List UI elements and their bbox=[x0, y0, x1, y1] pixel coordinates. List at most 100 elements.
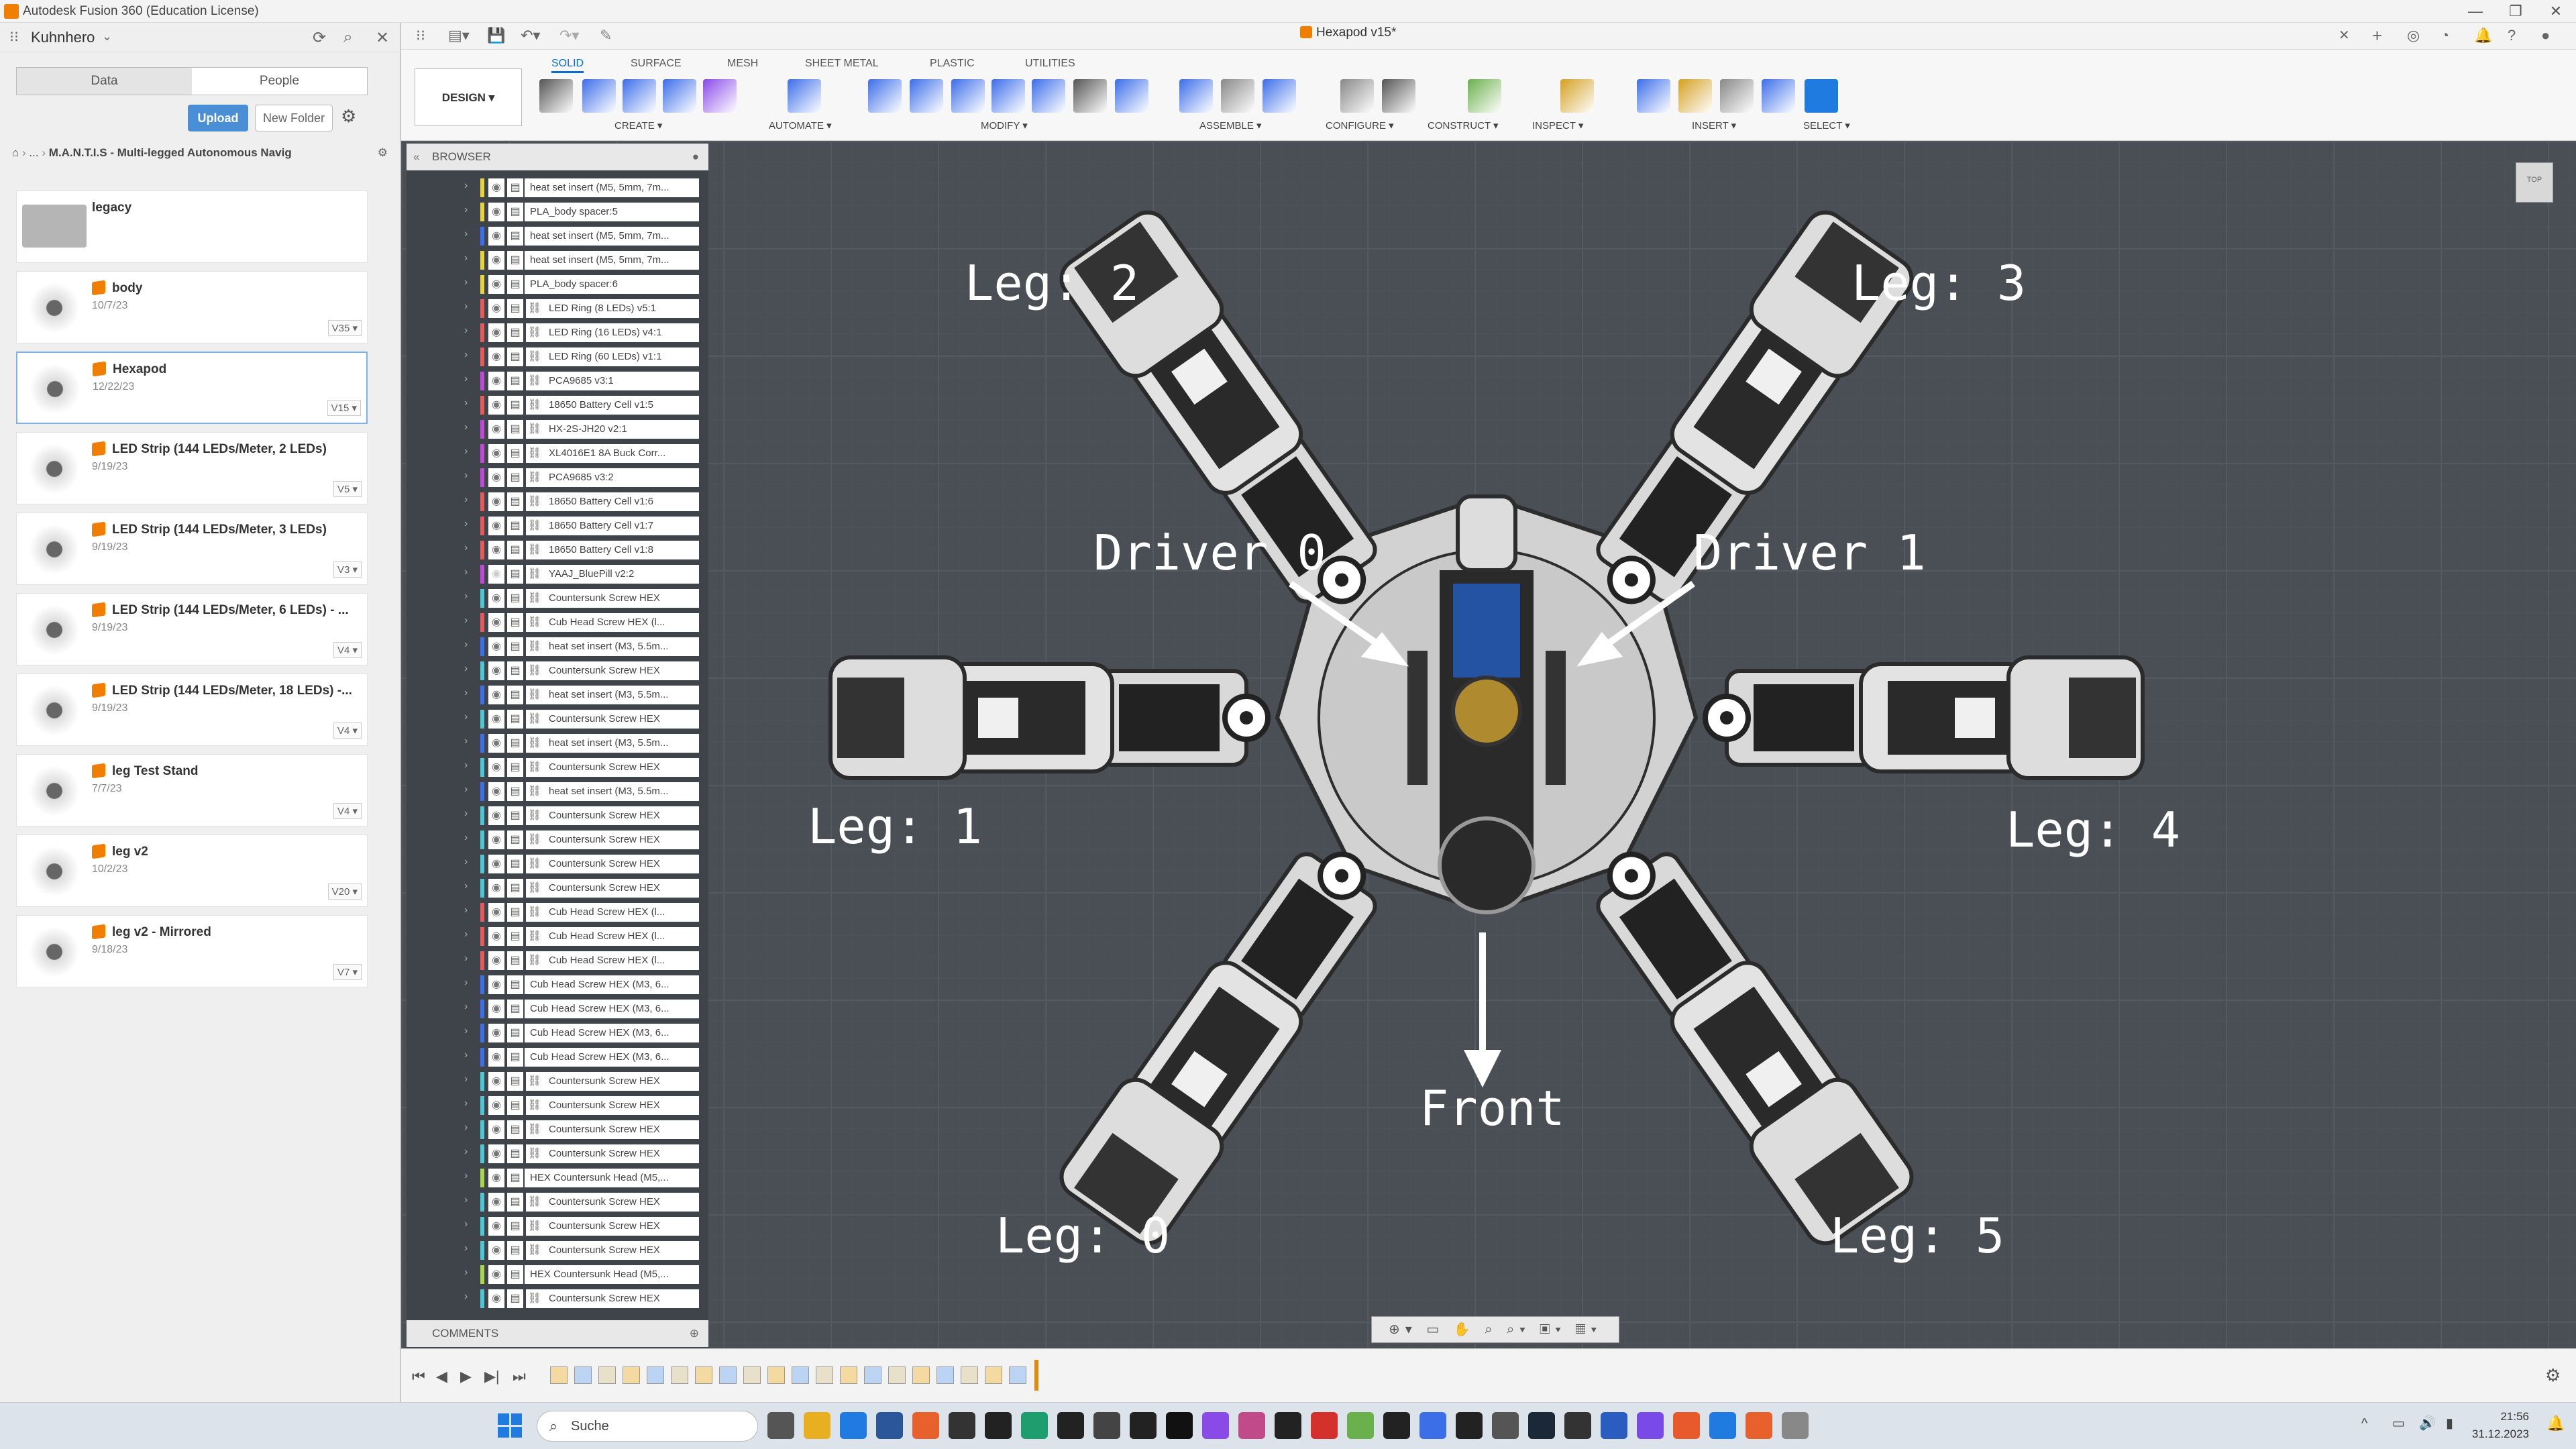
visibility-icon[interactable]: ◉ bbox=[488, 903, 504, 922]
team-selector[interactable]: Kuhnhero bbox=[31, 29, 95, 46]
timeline-marker[interactable] bbox=[1034, 1360, 1038, 1391]
taskbar-app-icon[interactable] bbox=[1492, 1412, 1519, 1439]
add-comment-icon[interactable]: ⊕ bbox=[690, 1320, 699, 1347]
file-item[interactable]: LED Strip (144 LEDs/Meter, 2 LEDs) 9/19/2… bbox=[16, 432, 368, 504]
timeline-feature[interactable] bbox=[936, 1366, 954, 1384]
taskbar-app-icon[interactable] bbox=[767, 1412, 794, 1439]
expand-arrow-icon[interactable]: › bbox=[464, 349, 468, 361]
timeline-feature[interactable] bbox=[961, 1366, 978, 1384]
taskbar-app-icon[interactable] bbox=[1202, 1412, 1229, 1439]
refresh-icon[interactable]: ⟳ bbox=[313, 28, 326, 48]
expand-arrow-icon[interactable]: › bbox=[464, 880, 468, 892]
browser-row[interactable]: › ◉ ▤ ⛓ Countersunk Screw HEX bbox=[427, 1214, 708, 1238]
close-tab-icon[interactable]: ✕ bbox=[2339, 27, 2350, 44]
browser-row[interactable]: › ◉ ▤ ⛓ Countersunk Screw HEX bbox=[427, 852, 708, 876]
redo-icon[interactable]: ↷▾ bbox=[559, 27, 579, 44]
gear-icon[interactable]: ⚙ bbox=[341, 106, 356, 127]
timeline-feature[interactable] bbox=[623, 1366, 640, 1384]
next-step-icon[interactable]: ▶| bbox=[484, 1368, 500, 1385]
expand-arrow-icon[interactable]: › bbox=[464, 1267, 468, 1279]
browser-row[interactable]: › ◉ ▤ ⛓ HX-2S-JH20 v2:1 bbox=[427, 417, 708, 441]
browser-row[interactable]: › ◉ ▤ ⛓ Countersunk Screw HEX bbox=[427, 586, 708, 610]
timeline-feature[interactable] bbox=[1009, 1366, 1026, 1384]
expand-arrow-icon[interactable]: › bbox=[464, 325, 468, 337]
taskbar-app-icon[interactable] bbox=[1419, 1412, 1446, 1439]
timeline-feature[interactable] bbox=[647, 1366, 664, 1384]
new-folder-button[interactable]: New Folder bbox=[255, 105, 333, 131]
as-built-joint-icon[interactable] bbox=[1263, 79, 1296, 113]
visibility-icon[interactable]: ◉ bbox=[488, 541, 504, 559]
expand-arrow-icon[interactable]: › bbox=[464, 204, 468, 216]
browser-row[interactable]: › ◉ ▤ ⛓ 18650 Battery Cell v1:6 bbox=[427, 490, 708, 514]
restore-button[interactable]: ❐ bbox=[2496, 1, 2536, 21]
taskbar-app-icon[interactable] bbox=[1709, 1412, 1736, 1439]
expand-arrow-icon[interactable]: › bbox=[464, 1218, 468, 1230]
measure-icon[interactable] bbox=[1560, 79, 1594, 113]
expand-arrow-icon[interactable]: › bbox=[464, 590, 468, 602]
browser-row[interactable]: › ◉ ▤ ⛓ Cub Head Screw HEX (l... bbox=[427, 924, 708, 949]
timeline-feature[interactable] bbox=[912, 1366, 930, 1384]
tab-people[interactable]: People bbox=[192, 68, 367, 95]
expand-arrow-icon[interactable]: › bbox=[464, 687, 468, 699]
visibility-icon[interactable]: ◉ bbox=[488, 444, 504, 463]
expand-arrow-icon[interactable]: › bbox=[464, 1097, 468, 1110]
visibility-icon[interactable]: ◉ bbox=[488, 1000, 504, 1018]
taskbar-app-icon[interactable] bbox=[1311, 1412, 1338, 1439]
file-item[interactable]: LED Strip (144 LEDs/Meter, 18 LEDs) -...… bbox=[16, 674, 368, 746]
expand-arrow-icon[interactable]: › bbox=[464, 784, 468, 796]
extrude-icon[interactable] bbox=[582, 79, 616, 113]
expand-arrow-icon[interactable]: › bbox=[464, 856, 468, 868]
taskbar-app-icon[interactable] bbox=[840, 1412, 867, 1439]
browser-row[interactable]: › ◉ ▤ ⛓ Countersunk Screw HEX bbox=[427, 1238, 708, 1263]
help-icon[interactable]: ? bbox=[2508, 27, 2516, 44]
taskbar-app-icon[interactable] bbox=[1601, 1412, 1627, 1439]
battery-icon[interactable]: ▮ bbox=[2446, 1415, 2453, 1432]
visibility-icon[interactable]: ◉ bbox=[488, 396, 504, 415]
start-button[interactable] bbox=[498, 1413, 522, 1438]
search-icon[interactable]: ⌕ bbox=[343, 28, 352, 47]
split-icon[interactable] bbox=[1115, 79, 1148, 113]
timeline-feature[interactable] bbox=[671, 1366, 688, 1384]
group-inspect[interactable]: INSPECT ▾ bbox=[1532, 119, 1583, 131]
prev-step-icon[interactable]: ◀ bbox=[436, 1368, 447, 1385]
chamfer-icon[interactable] bbox=[951, 79, 985, 113]
browser-row[interactable]: › ◉ ▤ ⛓ heat set insert (M3, 5.5m... bbox=[427, 731, 708, 755]
move-icon[interactable] bbox=[1073, 79, 1107, 113]
file-item[interactable]: leg Test Stand 7/7/23 V4 ▾ bbox=[16, 754, 368, 826]
browser-row[interactable]: › ◉ ▤ ⛓ Countersunk Screw HEX bbox=[427, 828, 708, 852]
pattern-icon[interactable] bbox=[663, 79, 696, 113]
browser-row[interactable]: › ◉ ▤ ⛓ heat set insert (M3, 5.5m... bbox=[427, 780, 708, 804]
taskbar-app-icon[interactable] bbox=[912, 1412, 939, 1439]
taskbar-app-icon[interactable] bbox=[1093, 1412, 1120, 1439]
browser-row[interactable]: › ◉ ▤ ⛓ Countersunk Screw HEX bbox=[427, 1069, 708, 1093]
tab-mesh[interactable]: MESH bbox=[727, 58, 758, 70]
browser-row[interactable]: › ◉ ▤ ⛓ LED Ring (60 LEDs) v1:1 bbox=[427, 345, 708, 369]
expand-arrow-icon[interactable]: › bbox=[464, 276, 468, 288]
job-status-icon[interactable]: ◔ bbox=[2440, 27, 2449, 44]
browser-row[interactable]: › ◉ ▤ ⛓ Cub Head Screw HEX (l... bbox=[427, 900, 708, 924]
browser-row[interactable]: › ◉ ▤ Cub Head Screw HEX (M3, 6... bbox=[427, 997, 708, 1021]
taskbar-app-icon[interactable] bbox=[1275, 1412, 1301, 1439]
timeline-feature[interactable] bbox=[767, 1366, 785, 1384]
group-insert[interactable]: INSERT ▾ bbox=[1692, 119, 1736, 131]
tab-plastic[interactable]: PLASTIC bbox=[930, 58, 975, 70]
tab-utilities[interactable]: UTILITIES bbox=[1025, 58, 1075, 70]
expand-arrow-icon[interactable]: › bbox=[464, 1291, 468, 1303]
browser-row[interactable]: › ◉ ▤ ⛓ Countersunk Screw HEX bbox=[427, 804, 708, 828]
save-icon[interactable]: 💾 bbox=[487, 27, 505, 44]
browser-row[interactable]: › ◉ ▤ ⛓ XL4016E1 8A Buck Corr... bbox=[427, 441, 708, 466]
browser-row[interactable]: › ◉ ▤ ⛓ Cub Head Screw HEX (l... bbox=[427, 949, 708, 973]
visibility-icon[interactable]: ◉ bbox=[488, 613, 504, 632]
project-settings-icon[interactable]: ⚙ bbox=[378, 146, 388, 160]
notification-bell-icon[interactable]: 🔔 bbox=[2546, 1415, 2565, 1432]
expand-arrow-icon[interactable]: › bbox=[464, 711, 468, 723]
expand-arrow-icon[interactable]: › bbox=[464, 759, 468, 771]
group-configure[interactable]: CONFIGURE ▾ bbox=[1326, 119, 1394, 131]
visibility-icon[interactable]: ◉ bbox=[488, 1193, 504, 1212]
combine-icon[interactable] bbox=[1032, 79, 1065, 113]
upload-button[interactable]: Upload bbox=[188, 105, 248, 131]
expand-arrow-icon[interactable]: › bbox=[464, 663, 468, 675]
browser-row[interactable]: › ◉ ▤ HEX Countersunk Head (M5,... bbox=[427, 1263, 708, 1287]
expand-arrow-icon[interactable]: › bbox=[464, 1194, 468, 1206]
first-step-icon[interactable]: ⏮ bbox=[412, 1368, 425, 1385]
